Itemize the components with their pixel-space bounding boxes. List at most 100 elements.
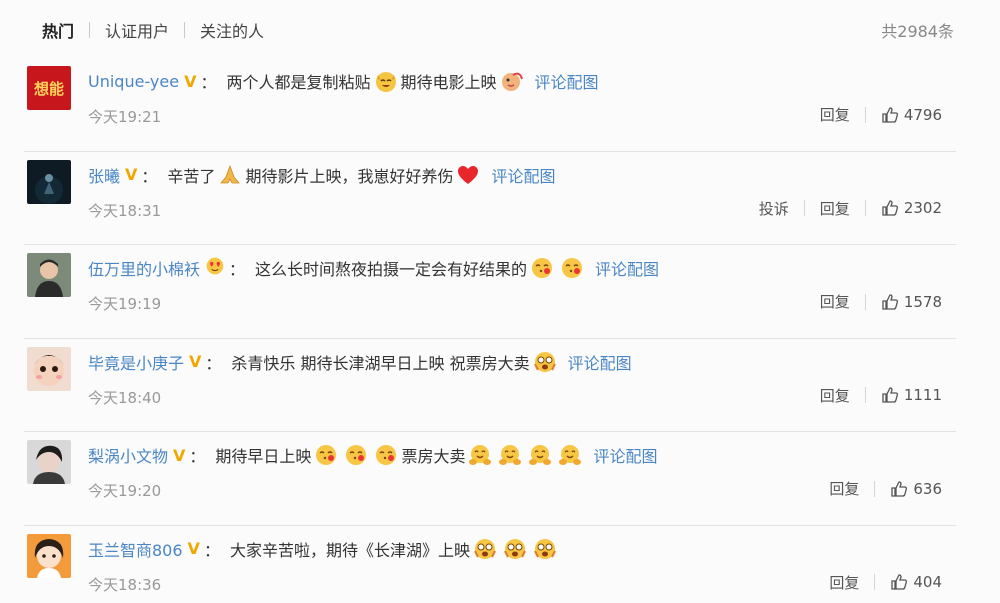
like-button[interactable]: 636 bbox=[890, 480, 942, 498]
like-count: 1578 bbox=[903, 292, 942, 311]
heart-eyes-badge-icon bbox=[205, 256, 225, 280]
v-badge-icon: V bbox=[187, 539, 200, 559]
comment-image-link[interactable]: 评论配图 bbox=[535, 69, 599, 93]
username[interactable]: 梨涡小文物 bbox=[88, 443, 168, 467]
avatar[interactable] bbox=[27, 533, 71, 578]
kiss-emoji-icon bbox=[314, 443, 338, 467]
v-badge-icon: V bbox=[125, 165, 138, 185]
report-button[interactable]: 投诉 bbox=[759, 198, 789, 219]
tab-followed-people[interactable]: 关注的人 bbox=[200, 18, 264, 42]
like-button[interactable]: 404 bbox=[890, 573, 942, 591]
username[interactable]: 张曦 bbox=[88, 163, 120, 187]
kiss-emoji-icon bbox=[344, 443, 368, 467]
avatar[interactable] bbox=[27, 346, 71, 391]
reply-button[interactable]: 回复 bbox=[820, 291, 850, 312]
avatar[interactable] bbox=[27, 159, 71, 204]
colon: ： bbox=[200, 73, 217, 92]
username[interactable]: 玉兰智商806 bbox=[88, 537, 183, 561]
wow-emoji-icon bbox=[473, 537, 497, 561]
red-heart-emoji-icon bbox=[456, 163, 480, 187]
comment-image-link[interactable]: 评论配图 bbox=[568, 350, 632, 374]
comment-item: 梨涡小文物 V ： 期待早日上映 票房大卖 评论配图 今天19:20 回复 63… bbox=[0, 432, 1000, 526]
like-count: 4796 bbox=[903, 105, 942, 124]
thumbs-up-icon bbox=[882, 294, 898, 310]
tab-verified-users[interactable]: 认证用户 bbox=[105, 18, 169, 42]
like-count: 2302 bbox=[903, 199, 942, 218]
colon: ： bbox=[229, 260, 246, 280]
comment-image-link[interactable]: 评论配图 bbox=[491, 163, 555, 187]
comment-text: 这么长时间熬夜拍摄一定会有好结果的 bbox=[255, 260, 528, 280]
comment-time: 今天19:21 bbox=[88, 108, 162, 126]
comment-text: 票房大卖 bbox=[401, 447, 466, 467]
like-count: 404 bbox=[913, 573, 942, 592]
tab-divider bbox=[184, 22, 186, 38]
like-button[interactable]: 2302 bbox=[881, 199, 942, 217]
action-divider bbox=[874, 574, 876, 591]
avatar[interactable] bbox=[27, 253, 71, 298]
comment-text: 辛苦了 bbox=[167, 166, 216, 186]
hug-emoji-icon bbox=[498, 443, 522, 467]
comment-list: 想能 Unique-yee V ： 两个人都是复制粘贴 期待电影上映 评论配图 … bbox=[0, 58, 1000, 603]
comment-total-count: 共2984条 bbox=[881, 22, 954, 41]
like-button[interactable]: 1111 bbox=[881, 386, 942, 404]
kiss-emoji-icon bbox=[530, 256, 554, 280]
thumbs-up-icon bbox=[882, 387, 898, 403]
username[interactable]: 毕竟是小庚子 bbox=[88, 350, 184, 374]
comment-item: 伍万里的小棉袄 ： 这么长时间熬夜拍摄一定会有好结果的 评论配图 今天19:19… bbox=[0, 245, 1000, 339]
reply-button[interactable]: 回复 bbox=[820, 385, 850, 406]
reply-button[interactable]: 回复 bbox=[829, 478, 859, 499]
tab-hot[interactable]: 热门 bbox=[42, 18, 74, 42]
comment-text: 期待影片上映，我崽好好养伤 bbox=[245, 166, 454, 186]
avatar-text: 想能 bbox=[33, 80, 64, 98]
like-count: 636 bbox=[913, 479, 942, 498]
comment-text: 期待早日上映 bbox=[215, 447, 312, 467]
thumbs-up-icon bbox=[891, 481, 908, 497]
colon: ： bbox=[141, 166, 158, 186]
laughing-dog-emoji-icon bbox=[374, 69, 398, 93]
v-badge-icon: V bbox=[173, 445, 186, 465]
avatar[interactable] bbox=[27, 440, 71, 485]
action-divider bbox=[803, 200, 805, 217]
wow-emoji-icon bbox=[533, 350, 557, 374]
username[interactable]: 伍万里的小棉袄 bbox=[88, 256, 200, 280]
avatar[interactable]: 想能 bbox=[27, 66, 71, 110]
like-button[interactable]: 1578 bbox=[881, 293, 942, 311]
comment-time: 今天19:19 bbox=[88, 295, 162, 314]
comment-time: 今天18:40 bbox=[88, 388, 162, 407]
v-badge-icon: V bbox=[189, 352, 202, 372]
wow-emoji-icon bbox=[533, 537, 557, 561]
tab-divider bbox=[89, 22, 91, 38]
reply-button[interactable]: 回复 bbox=[820, 198, 850, 219]
comment-item: 张曦 V ： 辛苦了 期待影片上映，我崽好好养伤 评论配图 今天18:31 投诉… bbox=[0, 152, 1000, 246]
thumbs-up-icon bbox=[882, 106, 898, 123]
comment-text: 两个人都是复制粘贴 bbox=[226, 73, 371, 92]
action-divider bbox=[864, 200, 866, 217]
reply-button[interactable]: 回复 bbox=[820, 104, 850, 125]
colon: ： bbox=[205, 353, 222, 373]
comment-text: 期待电影上映 bbox=[400, 73, 497, 92]
like-button[interactable]: 4796 bbox=[881, 106, 942, 124]
pray-emoji-icon bbox=[218, 163, 242, 187]
action-divider bbox=[864, 293, 866, 310]
comment-time: 今天18:31 bbox=[88, 201, 162, 220]
action-divider bbox=[864, 387, 866, 404]
comment-item: 想能 Unique-yee V ： 两个人都是复制粘贴 期待电影上映 评论配图 … bbox=[0, 58, 1000, 152]
wow-emoji-icon bbox=[503, 537, 527, 561]
kiss-emoji-icon bbox=[560, 256, 584, 280]
action-divider bbox=[874, 480, 876, 497]
v-badge-icon: V bbox=[184, 71, 197, 91]
thumbs-up-icon bbox=[891, 574, 908, 591]
username[interactable]: Unique-yee bbox=[88, 72, 179, 91]
comment-item: 玉兰智商806 V ： 大家辛苦啦，期待《长津湖》上映 今天18:36 回复 4… bbox=[0, 526, 1000, 603]
comment-item: 毕竟是小庚子 V ： 杀青快乐 期待长津湖早日上映 祝票房大卖 评论配图 今天1… bbox=[0, 339, 1000, 433]
reply-button[interactable]: 回复 bbox=[829, 572, 859, 593]
colon: ： bbox=[203, 540, 220, 560]
hug-emoji-icon bbox=[468, 443, 492, 467]
comment-text: 大家辛苦啦，期待《长津湖》上映 bbox=[229, 540, 470, 560]
action-divider bbox=[864, 106, 866, 123]
kiss-emoji-icon bbox=[374, 443, 398, 467]
hug-emoji-icon bbox=[528, 443, 552, 467]
comment-image-link[interactable]: 评论配图 bbox=[593, 443, 657, 467]
comment-image-link[interactable]: 评论配图 bbox=[595, 256, 659, 280]
comment-time: 今天18:36 bbox=[88, 575, 162, 594]
